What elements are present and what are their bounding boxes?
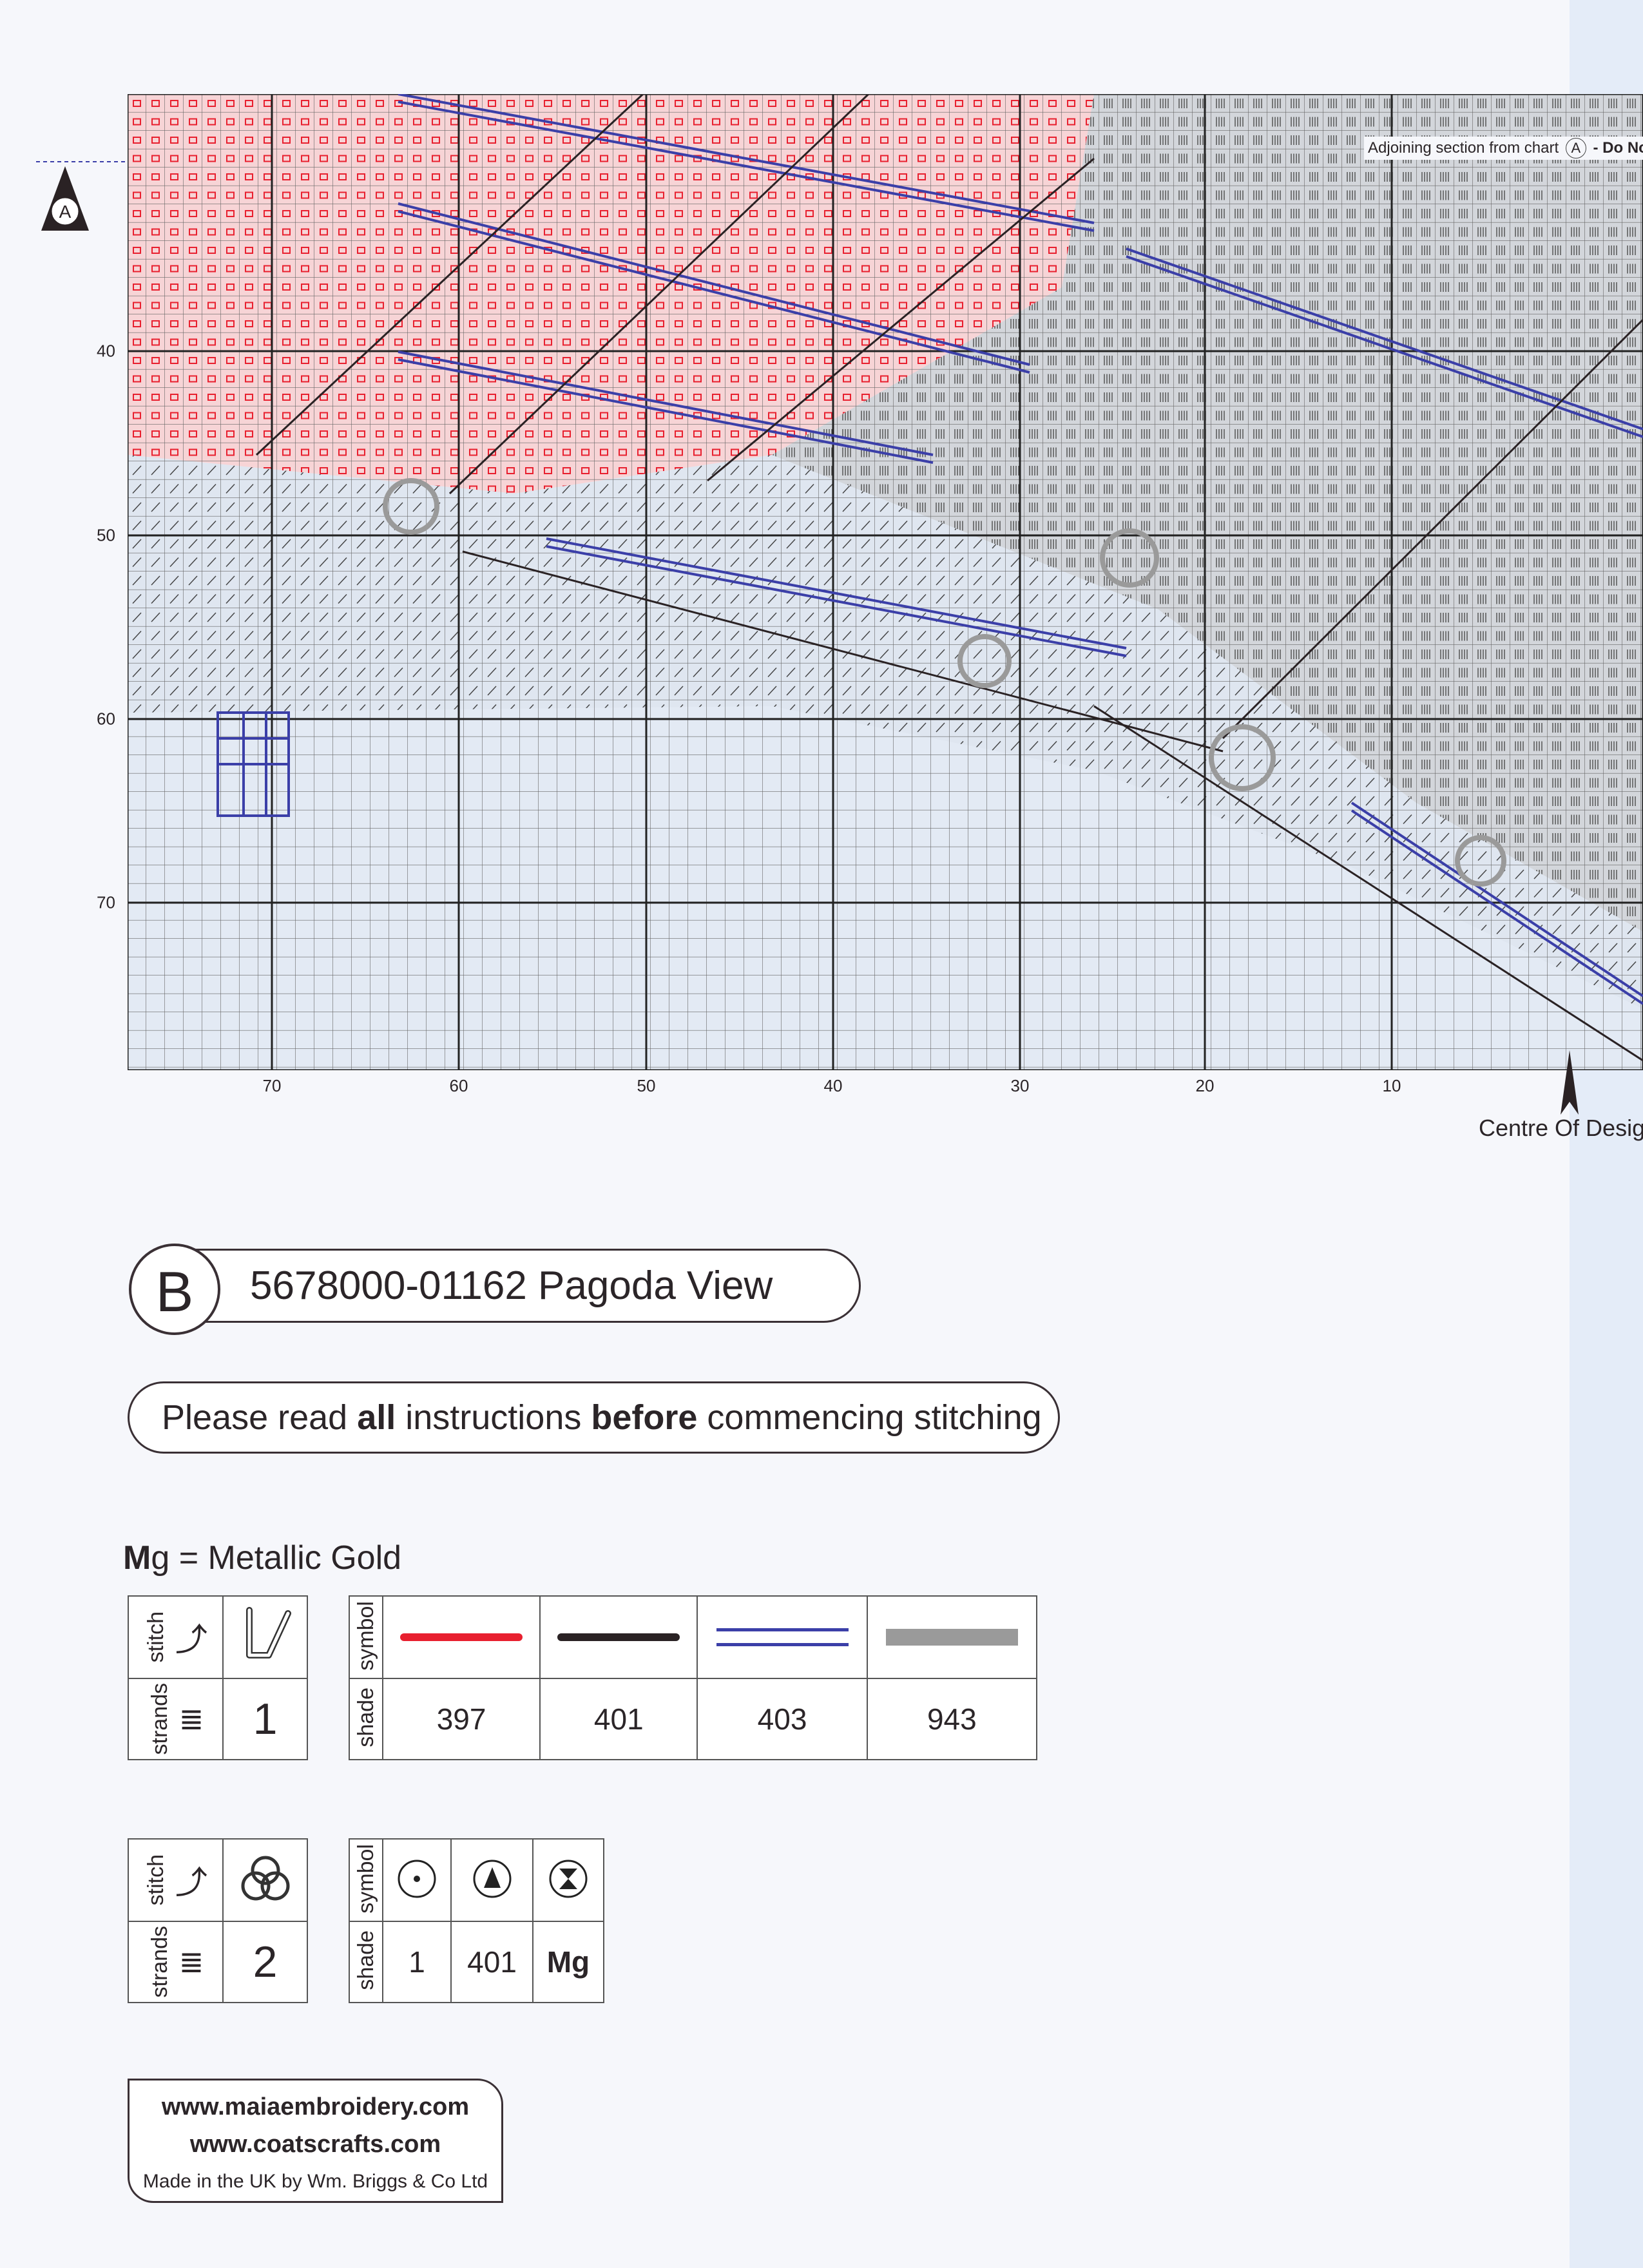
adjoining-text: Adjoining section from chart: [1368, 139, 1559, 157]
section-letter: A: [59, 202, 72, 222]
instructions-banner: Please read all instructions before comm…: [128, 1381, 1060, 1454]
col-label: 40: [823, 1076, 843, 1095]
symbol-943: [866, 1595, 1038, 1679]
key2-shade-table: symbol shade 1 401 Mg: [349, 1838, 605, 2003]
centre-arrow-icon: [1561, 1050, 1579, 1115]
circle-hourglass-icon: [549, 1860, 588, 1898]
col-label: 20: [1195, 1076, 1215, 1095]
cross-stitch-chart: [128, 94, 1643, 1070]
backstitch-icon: [245, 1606, 291, 1658]
adjoining-warning: - Do Not s: [1593, 139, 1643, 157]
thread-icon: ≣: [178, 1702, 204, 1736]
instr-bold: all: [357, 1398, 396, 1437]
symbol-label: symbol: [353, 1843, 378, 1914]
key2-stitch-table: stitch ⤴ strands ≣ 2: [128, 1838, 308, 2003]
shade-number: 401: [539, 1678, 698, 1760]
website-link[interactable]: www.maiaembroidery.com: [130, 2088, 501, 2126]
instr-bold: before: [591, 1398, 698, 1437]
instr-text: instructions: [396, 1398, 591, 1437]
manufacturer-note: Made in the UK by Wm. Briggs & Co Ltd: [142, 2171, 488, 2192]
needle-icon: ⤴: [175, 1621, 207, 1658]
thread-icon: ≣: [178, 1945, 204, 1979]
circle-triangle-icon: [473, 1860, 512, 1898]
footer-box: www.maiaembroidery.com www.coatscrafts.c…: [128, 2079, 503, 2203]
symbol-label: symbol: [353, 1600, 378, 1671]
key1-shade-table: symbol shade 397 401 403 943: [349, 1595, 1038, 1760]
metallic-gold-note: Mg = Metallic Gold: [123, 1539, 401, 1577]
col-label: 70: [262, 1076, 282, 1095]
section-a-marker: A: [36, 161, 128, 231]
instr-text: commencing stitching: [697, 1398, 1042, 1437]
shade-number: 403: [697, 1678, 868, 1760]
shade-label: shade: [353, 1930, 378, 1990]
instr-text: Please read: [162, 1398, 358, 1437]
row-label: 40: [97, 341, 115, 361]
col-label: 10: [1382, 1076, 1401, 1095]
symbol-397: [381, 1595, 541, 1679]
shade-number: 943: [866, 1678, 1038, 1760]
strands-label: strands: [147, 1683, 172, 1755]
col-label: 50: [637, 1076, 656, 1095]
symbol-403: [697, 1595, 868, 1679]
shade-number: 401: [450, 1921, 533, 2003]
strand-count: 1: [222, 1678, 308, 1760]
chart-letter: B: [129, 1244, 220, 1335]
adjoining-section-note: Adjoining section from chart A - Do Not …: [1364, 137, 1643, 160]
design-title: 5678000-01162 Pagoda View: [250, 1264, 773, 1308]
stitch-label: stitch: [144, 1611, 168, 1663]
row-label: 70: [97, 892, 115, 912]
col-label: 60: [449, 1076, 468, 1095]
shade-label: shade: [353, 1687, 378, 1747]
strand-count: 2: [222, 1921, 308, 2003]
chart-title: B 5678000-01162 Pagoda View: [128, 1244, 861, 1335]
needle-icon: ⤴: [175, 1864, 207, 1901]
col-label: 30: [1010, 1076, 1030, 1095]
row-label: 60: [97, 709, 115, 729]
mg-bold: M: [123, 1539, 151, 1577]
stitch-label: stitch: [144, 1854, 168, 1906]
shade-number: 397: [381, 1678, 541, 1760]
website-link[interactable]: www.coatscrafts.com: [130, 2126, 501, 2163]
centre-of-design-label: Centre Of Desig: [1479, 1115, 1643, 1141]
key1-stitch-table: stitch ⤴ strands ≣ 1: [128, 1595, 308, 1760]
mg-text: g = Metallic Gold: [151, 1539, 402, 1577]
shade-number: 1: [381, 1921, 452, 2003]
strands-label: strands: [147, 1926, 172, 1998]
french-knot-icon: [241, 1856, 289, 1900]
circle-dot-icon: [398, 1860, 436, 1898]
shade-number: Mg: [532, 1921, 605, 2003]
symbol-401: [539, 1595, 698, 1679]
chart-ref-circle: A: [1565, 138, 1586, 159]
row-label: 50: [97, 525, 115, 545]
